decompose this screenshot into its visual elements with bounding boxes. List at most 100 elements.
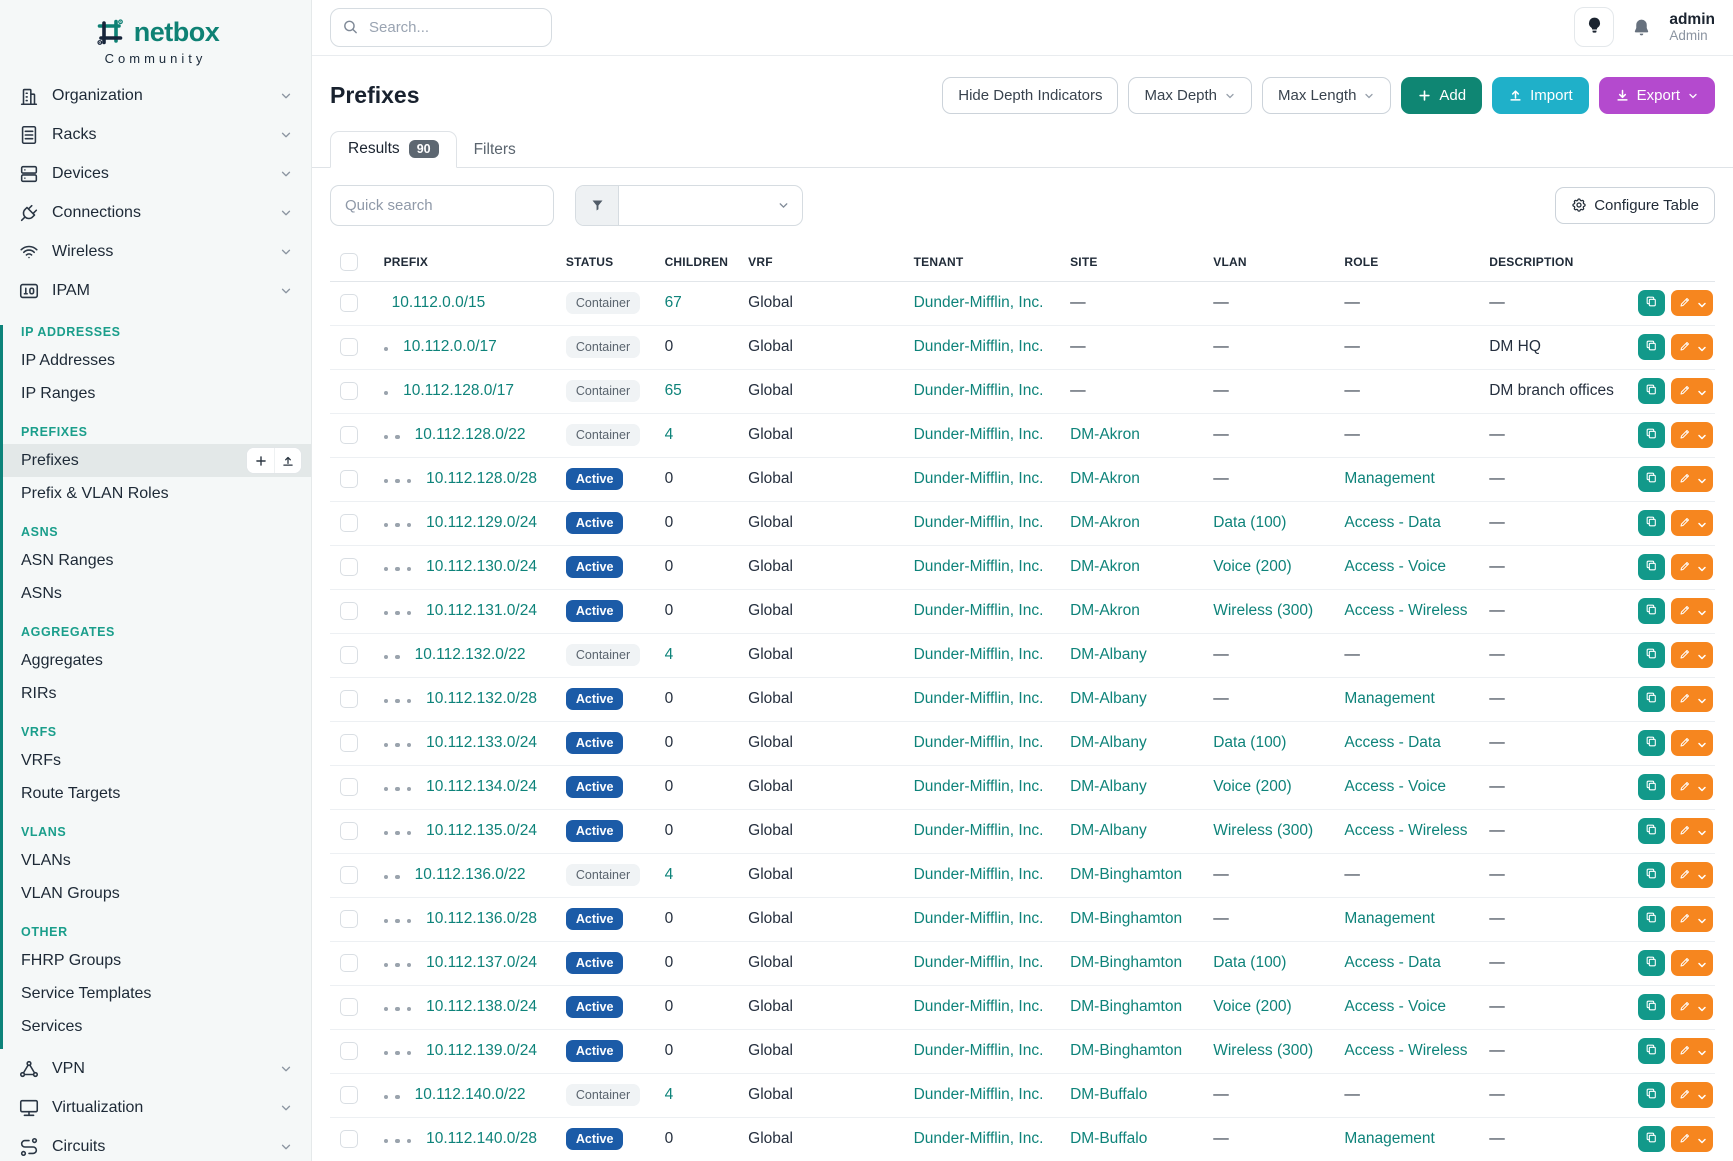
- edit-dropdown-button[interactable]: [1671, 1038, 1713, 1064]
- row-checkbox[interactable]: [340, 998, 358, 1016]
- tab-results[interactable]: Results 90: [330, 131, 457, 168]
- prefix-link[interactable]: 10.112.137.0/24: [426, 954, 537, 971]
- site-link[interactable]: DM-Akron: [1070, 514, 1140, 531]
- sidebar-item-vrfs[interactable]: VRFs: [3, 744, 311, 777]
- sidebar-item-racks[interactable]: Racks: [0, 115, 311, 154]
- prefix-link[interactable]: 10.112.140.0/28: [426, 1130, 537, 1147]
- import-button[interactable]: Import: [1492, 77, 1589, 114]
- sidebar-item-route-targets[interactable]: Route Targets: [3, 777, 311, 810]
- clone-button[interactable]: [1638, 466, 1665, 492]
- prefix-link[interactable]: 10.112.0.0/15: [392, 294, 486, 311]
- tenant-link[interactable]: Dunder-Mifflin, Inc.: [914, 426, 1044, 443]
- row-checkbox[interactable]: [340, 426, 358, 444]
- prefix-link[interactable]: 10.112.130.0/24: [426, 558, 537, 575]
- column-header-vrf[interactable]: VRF: [738, 243, 903, 282]
- row-checkbox[interactable]: [340, 1130, 358, 1148]
- tenant-link[interactable]: Dunder-Mifflin, Inc.: [914, 382, 1044, 399]
- tenant-link[interactable]: Dunder-Mifflin, Inc.: [914, 646, 1044, 663]
- sidebar-item-aggregates[interactable]: Aggregates: [3, 644, 311, 677]
- edit-dropdown-button[interactable]: [1671, 422, 1713, 448]
- sidebar-item-ipam[interactable]: IPAM: [0, 271, 311, 310]
- clone-button[interactable]: [1638, 1038, 1665, 1064]
- row-checkbox[interactable]: [340, 382, 358, 400]
- filter-funnel-icon[interactable]: [576, 186, 619, 225]
- prefix-link[interactable]: 10.112.131.0/24: [426, 602, 537, 619]
- column-header-vlan[interactable]: VLAN: [1203, 243, 1334, 282]
- sidebar-item-devices[interactable]: Devices: [0, 154, 311, 193]
- sidebar-item-virtualization[interactable]: Virtualization: [0, 1088, 311, 1127]
- tenant-link[interactable]: Dunder-Mifflin, Inc.: [914, 558, 1044, 575]
- row-checkbox[interactable]: [340, 954, 358, 972]
- row-checkbox[interactable]: [340, 910, 358, 928]
- clone-button[interactable]: [1638, 334, 1665, 360]
- tenant-link[interactable]: Dunder-Mifflin, Inc.: [914, 910, 1044, 927]
- prefix-link[interactable]: 10.112.128.0/22: [415, 426, 526, 443]
- clone-button[interactable]: [1638, 950, 1665, 976]
- tab-filters[interactable]: Filters: [457, 133, 533, 168]
- clone-button[interactable]: [1638, 686, 1665, 712]
- sidebar-item-fhrp-groups[interactable]: FHRP Groups: [3, 944, 311, 977]
- sidebar-item-wireless[interactable]: Wireless: [0, 232, 311, 271]
- tenant-link[interactable]: Dunder-Mifflin, Inc.: [914, 514, 1044, 531]
- row-checkbox[interactable]: [340, 778, 358, 796]
- tenant-link[interactable]: Dunder-Mifflin, Inc.: [914, 1130, 1044, 1147]
- role-link[interactable]: Access - Wireless: [1344, 602, 1467, 619]
- vlan-link[interactable]: Voice (200): [1213, 998, 1291, 1015]
- children-count-link[interactable]: 4: [665, 1086, 674, 1103]
- clone-button[interactable]: [1638, 730, 1665, 756]
- clone-button[interactable]: [1638, 554, 1665, 580]
- clone-button[interactable]: [1638, 510, 1665, 536]
- configure-table-button[interactable]: Configure Table: [1555, 187, 1715, 224]
- site-link[interactable]: DM-Albany: [1070, 778, 1147, 795]
- sidebar-item-ip-addresses[interactable]: IP Addresses: [3, 344, 311, 377]
- role-link[interactable]: Management: [1344, 470, 1434, 487]
- edit-dropdown-button[interactable]: [1671, 906, 1713, 932]
- site-link[interactable]: DM-Akron: [1070, 470, 1140, 487]
- user-menu[interactable]: admin Admin: [1669, 11, 1715, 44]
- notifications-bell-icon[interactable]: [1631, 17, 1652, 38]
- theme-toggle-button[interactable]: [1574, 7, 1614, 47]
- tenant-link[interactable]: Dunder-Mifflin, Inc.: [914, 954, 1044, 971]
- vlan-link[interactable]: Data (100): [1213, 734, 1286, 751]
- clone-button[interactable]: [1638, 774, 1665, 800]
- row-checkbox[interactable]: [340, 558, 358, 576]
- clone-button[interactable]: [1638, 290, 1665, 316]
- edit-dropdown-button[interactable]: [1671, 510, 1713, 536]
- edit-dropdown-button[interactable]: [1671, 950, 1713, 976]
- export-dropdown-button[interactable]: Export: [1599, 77, 1715, 114]
- global-search-input[interactable]: [330, 8, 552, 47]
- edit-dropdown-button[interactable]: [1671, 642, 1713, 668]
- sidebar-item-service-templates[interactable]: Service Templates: [3, 977, 311, 1010]
- column-header-tenant[interactable]: TENANT: [904, 243, 1060, 282]
- site-link[interactable]: DM-Albany: [1070, 646, 1147, 663]
- prefix-link[interactable]: 10.112.138.0/24: [426, 998, 537, 1015]
- column-header-site[interactable]: SITE: [1060, 243, 1203, 282]
- site-link[interactable]: DM-Binghamton: [1070, 866, 1182, 883]
- prefix-link[interactable]: 10.112.135.0/24: [426, 822, 537, 839]
- row-checkbox[interactable]: [340, 734, 358, 752]
- sidebar-item-organization[interactable]: Organization: [0, 76, 311, 115]
- site-link[interactable]: DM-Albany: [1070, 734, 1147, 751]
- column-header-role[interactable]: ROLE: [1334, 243, 1479, 282]
- row-checkbox[interactable]: [340, 338, 358, 356]
- edit-dropdown-button[interactable]: [1671, 774, 1713, 800]
- prefix-link[interactable]: 10.112.132.0/22: [415, 646, 526, 663]
- site-link[interactable]: DM-Buffalo: [1070, 1130, 1147, 1147]
- add-prefix-quick-button[interactable]: [247, 448, 274, 473]
- edit-dropdown-button[interactable]: [1671, 818, 1713, 844]
- clone-button[interactable]: [1638, 818, 1665, 844]
- site-link[interactable]: DM-Akron: [1070, 426, 1140, 443]
- vlan-link[interactable]: Voice (200): [1213, 558, 1291, 575]
- row-checkbox[interactable]: [340, 602, 358, 620]
- prefix-link[interactable]: 10.112.136.0/28: [426, 910, 537, 927]
- sidebar-item-prefix-vlan-roles[interactable]: Prefix & VLAN Roles: [3, 477, 311, 510]
- role-link[interactable]: Access - Voice: [1344, 998, 1446, 1015]
- row-checkbox[interactable]: [340, 470, 358, 488]
- edit-dropdown-button[interactable]: [1671, 994, 1713, 1020]
- clone-button[interactable]: [1638, 1126, 1665, 1152]
- column-header-children[interactable]: CHILDREN: [655, 243, 739, 282]
- tenant-link[interactable]: Dunder-Mifflin, Inc.: [914, 778, 1044, 795]
- edit-dropdown-button[interactable]: [1671, 598, 1713, 624]
- sidebar-item-rirs[interactable]: RIRs: [3, 677, 311, 710]
- sidebar-item-ip-ranges[interactable]: IP Ranges: [3, 377, 311, 410]
